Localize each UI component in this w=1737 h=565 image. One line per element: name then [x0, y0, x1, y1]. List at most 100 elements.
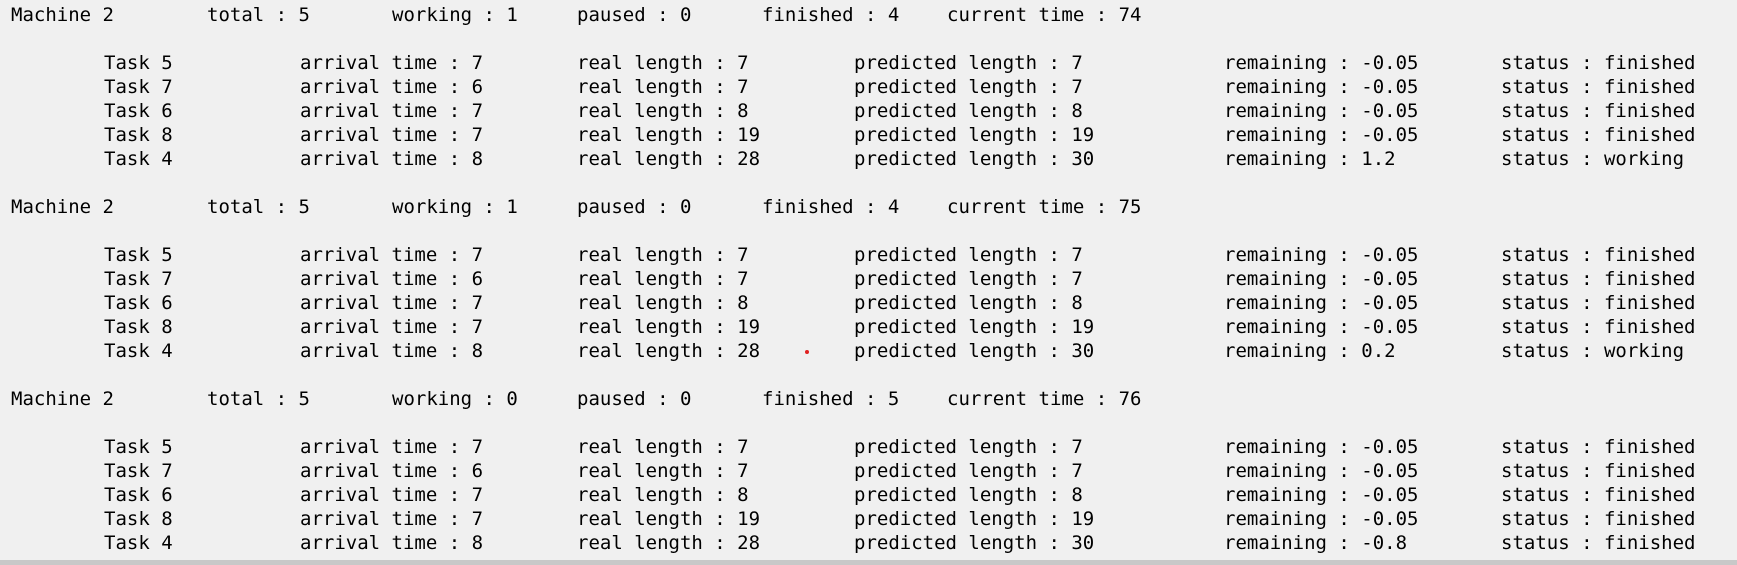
task-row: Task 4 arrival time : 8 real length : 28… [0, 339, 1684, 363]
task-name: Task 6 [104, 100, 173, 122]
task-name: Task 6 [104, 484, 173, 506]
task-remaining: remaining : -0.05 [1224, 52, 1419, 74]
task-row: Task 7 arrival time : 6 real length : 7 … [0, 267, 1695, 291]
task-predicted: predicted length : 19 [854, 508, 1095, 530]
task-real-length: real length : 7 [577, 244, 749, 266]
task-remaining: remaining : -0.05 [1224, 292, 1419, 314]
task-remaining: remaining : -0.05 [1224, 316, 1419, 338]
task-row: Task 6 arrival time : 7 real length : 8 … [0, 99, 1695, 123]
task-arrival: arrival time : 7 [300, 436, 484, 458]
task-name: Task 4 [104, 148, 173, 170]
task-arrival: arrival time : 7 [300, 316, 484, 338]
task-status: status : finished [1501, 100, 1696, 122]
task-row: Task 7 arrival time : 6 real length : 7 … [0, 75, 1695, 99]
task-remaining: remaining : -0.05 [1224, 124, 1419, 146]
machine-label: Machine 2 [11, 4, 114, 26]
task-name: Task 5 [104, 436, 173, 458]
task-status: status : finished [1501, 316, 1696, 338]
task-status: status : finished [1501, 268, 1696, 290]
task-real-length: real length : 19 [577, 508, 761, 530]
working-count: working : 1 [392, 196, 518, 218]
task-remaining: remaining : -0.05 [1224, 436, 1419, 458]
task-remaining: remaining : -0.8 [1224, 532, 1408, 554]
task-row: Task 8 arrival time : 7 real length : 19… [0, 123, 1695, 147]
task-name: Task 7 [104, 76, 173, 98]
task-predicted: predicted length : 19 [854, 316, 1095, 338]
task-row: Task 5 arrival time : 7 real length : 7 … [0, 51, 1695, 75]
task-status: status : working [1501, 148, 1685, 170]
task-remaining: remaining : 0.2 [1224, 340, 1396, 362]
finished-count: finished : 4 [762, 196, 900, 218]
task-arrival: arrival time : 7 [300, 124, 484, 146]
task-row: Task 8 arrival time : 7 real length : 19… [0, 315, 1695, 339]
total-count: total : 5 [207, 4, 310, 26]
task-predicted: predicted length : 7 [854, 460, 1083, 482]
paused-count: paused : 0 [577, 196, 692, 218]
task-name: Task 8 [104, 316, 173, 338]
task-remaining: remaining : -0.05 [1224, 268, 1419, 290]
task-arrival: arrival time : 7 [300, 484, 484, 506]
machine-header: Machine 2 total : 5 working : 0 paused :… [0, 387, 1141, 411]
task-real-length: real length : 7 [577, 52, 749, 74]
task-real-length: real length : 28 [577, 532, 761, 554]
task-real-length: real length : 19 [577, 124, 761, 146]
task-status: status : finished [1501, 436, 1696, 458]
task-predicted: predicted length : 8 [854, 292, 1083, 314]
task-name: Task 5 [104, 244, 173, 266]
task-predicted: predicted length : 7 [854, 268, 1083, 290]
task-status: status : finished [1501, 460, 1696, 482]
task-row: Task 8 arrival time : 7 real length : 19… [0, 507, 1695, 531]
task-row: Task 4 arrival time : 8 real length : 28… [0, 531, 1695, 555]
current-time: current time : 74 [947, 4, 1142, 26]
task-real-length: real length : 8 [577, 484, 749, 506]
task-predicted: predicted length : 7 [854, 244, 1083, 266]
task-remaining: remaining : -0.05 [1224, 100, 1419, 122]
task-status: status : finished [1501, 484, 1696, 506]
task-arrival: arrival time : 6 [300, 268, 484, 290]
task-real-length: real length : 28 [577, 148, 761, 170]
task-real-length: real length : 7 [577, 76, 749, 98]
total-count: total : 5 [207, 388, 310, 410]
task-status: status : working [1501, 340, 1685, 362]
task-arrival: arrival time : 7 [300, 244, 484, 266]
working-count: working : 1 [392, 4, 518, 26]
task-predicted: predicted length : 8 [854, 100, 1083, 122]
task-remaining: remaining : -0.05 [1224, 508, 1419, 530]
task-status: status : finished [1501, 124, 1696, 146]
task-name: Task 6 [104, 292, 173, 314]
task-status: status : finished [1501, 292, 1696, 314]
task-name: Task 7 [104, 268, 173, 290]
task-arrival: arrival time : 8 [300, 532, 484, 554]
task-row: Task 7 arrival time : 6 real length : 7 … [0, 459, 1695, 483]
task-row: Task 6 arrival time : 7 real length : 8 … [0, 483, 1695, 507]
task-predicted: predicted length : 30 [854, 532, 1095, 554]
task-remaining: remaining : 1.2 [1224, 148, 1396, 170]
task-name: Task 4 [104, 532, 173, 554]
task-row: Task 5 arrival time : 7 real length : 7 … [0, 435, 1695, 459]
current-time: current time : 75 [947, 196, 1142, 218]
task-real-length: real length : 7 [577, 460, 749, 482]
task-name: Task 7 [104, 460, 173, 482]
task-real-length: real length : 8 [577, 292, 749, 314]
task-real-length: real length : 28 [577, 340, 761, 362]
paused-count: paused : 0 [577, 388, 692, 410]
task-arrival: arrival time : 8 [300, 340, 484, 362]
task-name: Task 8 [104, 124, 173, 146]
task-arrival: arrival time : 7 [300, 508, 484, 530]
machine-label: Machine 2 [11, 196, 114, 218]
task-remaining: remaining : -0.05 [1224, 76, 1419, 98]
horizontal-scrollbar[interactable] [0, 560, 1737, 565]
task-remaining: remaining : -0.05 [1224, 460, 1419, 482]
task-name: Task 5 [104, 52, 173, 74]
task-row: Task 4 arrival time : 8 real length : 28… [0, 147, 1684, 171]
task-real-length: real length : 7 [577, 436, 749, 458]
cursor-dot [805, 350, 809, 354]
paused-count: paused : 0 [577, 4, 692, 26]
task-predicted: predicted length : 30 [854, 148, 1095, 170]
task-predicted: predicted length : 7 [854, 436, 1083, 458]
task-arrival: arrival time : 7 [300, 292, 484, 314]
task-status: status : finished [1501, 532, 1696, 554]
task-predicted: predicted length : 30 [854, 340, 1095, 362]
console-output: Machine 2 total : 5 working : 1 paused :… [0, 0, 1737, 560]
task-real-length: real length : 19 [577, 316, 761, 338]
